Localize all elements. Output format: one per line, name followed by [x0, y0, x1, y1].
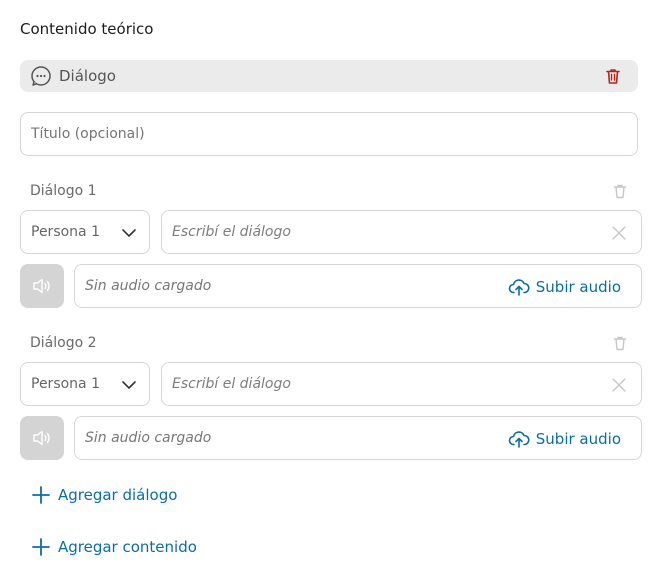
section-title: Contenido teórico	[20, 20, 154, 38]
dialog-1-text-placeholder: Escribí el diálogo	[172, 224, 291, 240]
add-content-label: Agregar contenido	[58, 538, 197, 556]
delete-dialog-2-trash-icon[interactable]	[612, 335, 628, 351]
chevron-down-icon	[122, 381, 136, 389]
dialog-1-upload-audio-button[interactable]: Subir audio	[508, 276, 621, 298]
content-block-header: Diálogo	[20, 60, 638, 92]
chevron-down-icon	[122, 229, 136, 237]
dialog-2-text-placeholder: Escribí el diálogo	[172, 376, 291, 392]
title-input[interactable]: Título (opcional)	[20, 112, 638, 156]
dialog-2-upload-label: Subir audio	[535, 430, 621, 448]
delete-dialog-1-trash-icon[interactable]	[612, 183, 628, 199]
clear-dialog-2-close-icon[interactable]	[611, 377, 627, 393]
speaker-icon	[33, 430, 50, 446]
dialog-2-audio-field: Sin audio cargado Subir audio	[74, 416, 642, 460]
dialog-1-persona-select[interactable]: Persona 1	[20, 210, 150, 254]
speaker-icon	[33, 278, 50, 294]
dialog-2-upload-audio-button[interactable]: Subir audio	[508, 428, 621, 450]
dialog-1-play-audio-button[interactable]	[20, 264, 64, 308]
add-dialog-label: Agregar diálogo	[58, 486, 178, 504]
delete-block-trash-icon[interactable]	[604, 67, 622, 85]
dialog-2-persona-select[interactable]: Persona 1	[20, 362, 150, 406]
plus-icon	[32, 486, 50, 504]
chat-bubble-icon	[31, 66, 51, 86]
dialog-1-audio-field: Sin audio cargado Subir audio	[74, 264, 642, 308]
cloud-upload-icon	[508, 431, 530, 448]
dialog-1-text-input[interactable]: Escribí el diálogo	[161, 210, 642, 254]
dialog-1-label: Diálogo 1	[30, 183, 97, 199]
dialog-2-play-audio-button[interactable]	[20, 416, 64, 460]
cloud-upload-icon	[508, 279, 530, 296]
dialog-2-persona-value: Persona 1	[31, 376, 100, 392]
dialog-2-label: Diálogo 2	[30, 335, 97, 351]
dialog-1-upload-label: Subir audio	[535, 278, 621, 296]
plus-icon	[32, 538, 50, 556]
add-dialog-button[interactable]: Agregar diálogo	[32, 486, 177, 504]
dialog-1-persona-value: Persona 1	[31, 224, 100, 240]
dialog-2-audio-status: Sin audio cargado	[85, 430, 212, 446]
dialog-1-audio-status: Sin audio cargado	[85, 278, 212, 294]
block-type-label: Diálogo	[59, 67, 116, 85]
clear-dialog-1-close-icon[interactable]	[611, 225, 627, 241]
title-input-placeholder: Título (opcional)	[31, 126, 145, 142]
add-content-button[interactable]: Agregar contenido	[32, 538, 197, 556]
dialog-2-text-input[interactable]: Escribí el diálogo	[161, 362, 642, 406]
